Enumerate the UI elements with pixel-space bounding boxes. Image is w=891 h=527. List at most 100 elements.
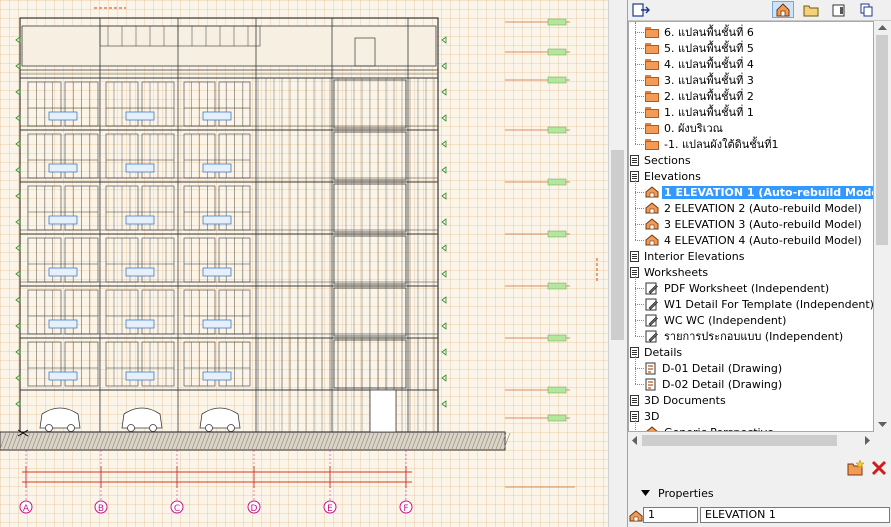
tree-item[interactable]: PDF Worksheet (Independent) <box>645 280 831 296</box>
tree-item[interactable]: 3. แปลนพื้นชั้นที่ 3 <box>645 72 756 88</box>
layout-book-button[interactable] <box>828 1 850 18</box>
tree-connector <box>635 48 644 49</box>
level-tag <box>547 18 567 26</box>
tree-item-label: D-02 Detail (Drawing) <box>662 377 783 391</box>
tree-item[interactable]: W1 Detail For Template (Independent) <box>645 296 874 312</box>
level-tag <box>547 386 567 394</box>
drawing-canvas[interactable]: A B C D E F <box>0 0 608 527</box>
navigator-menu-icon <box>632 2 650 17</box>
elevation-view-icon <box>645 218 659 230</box>
tree-item-label: Details <box>644 345 683 359</box>
elevation-view-icon <box>629 510 643 522</box>
folder-icon <box>645 106 659 118</box>
tree-connector <box>635 420 636 431</box>
tree-item[interactable]: 2 ELEVATION 2 (Auto-rebuild Model) <box>645 200 864 216</box>
publisher-icon <box>860 3 873 16</box>
level-tag <box>547 48 567 56</box>
worksheet-icon <box>645 282 658 294</box>
level-marker <box>441 88 447 96</box>
new-folder-icon <box>847 460 865 476</box>
project-map-icon <box>776 2 790 16</box>
tree-item[interactable]: 3D Documents <box>630 392 728 408</box>
tree-scrollbar-thumb[interactable] <box>876 35 888 245</box>
view-folder-icon <box>630 250 639 262</box>
tree-item[interactable]: 1 ELEVATION 1 (Auto-rebuild Model) <box>645 184 873 200</box>
level-marker <box>441 244 447 252</box>
level-tag <box>547 334 567 342</box>
delete-button[interactable] <box>869 458 889 478</box>
tree-item[interactable]: 0. ผังบริเวณ <box>645 120 725 136</box>
collapse-arrow-icon <box>641 490 650 496</box>
folder-icon <box>645 138 659 150</box>
car-wheel <box>205 424 213 432</box>
level-marker <box>441 62 447 70</box>
canvas-scrollbar[interactable] <box>608 0 627 527</box>
tree-item[interactable]: 4 ELEVATION 4 (Auto-rebuild Model) <box>645 232 864 248</box>
tree-item[interactable]: Generic Perspective <box>645 424 776 431</box>
tree-item[interactable]: 3 ELEVATION 3 (Auto-rebuild Model) <box>645 216 864 232</box>
tree-item[interactable]: 2. แปลนพื้นชั้นที่ 2 <box>645 88 756 104</box>
tree-horizontal-scrollbar[interactable] <box>628 432 874 449</box>
tree-item[interactable]: 4. แปลนพื้นชั้นที่ 4 <box>645 56 756 72</box>
tree-item[interactable]: 6. แปลนพื้นชั้นที่ 6 <box>645 24 756 40</box>
grid-label: E <box>327 504 333 514</box>
canvas-scrollbar-thumb[interactable] <box>611 150 624 340</box>
view-name-field[interactable]: ELEVATION 1 <box>700 507 890 523</box>
tree-hscrollbar-thumb[interactable] <box>642 435 837 446</box>
worksheet-icon <box>645 298 658 310</box>
level-tag <box>547 76 567 84</box>
view-map-button[interactable] <box>800 1 822 18</box>
tree-item[interactable]: -1. แปลนผังใต้ดินชั้นที่1 <box>645 136 781 152</box>
air-unit <box>48 371 78 381</box>
car-wheel <box>227 424 235 432</box>
tree-item-label: 2 ELEVATION 2 (Auto-rebuild Model) <box>664 201 862 215</box>
grid-label: B <box>98 504 104 514</box>
grid-label: D <box>251 504 258 514</box>
folder-icon <box>645 90 659 102</box>
tree-connector <box>635 180 636 240</box>
tree-connector <box>635 64 644 65</box>
air-unit <box>48 319 78 329</box>
tree-item[interactable]: 5. แปลนพื้นชั้นที่ 5 <box>645 40 756 56</box>
project-map-button[interactable] <box>772 1 794 18</box>
reference-id-field[interactable]: 1 <box>643 507 698 523</box>
tree-item[interactable]: Elevations <box>630 168 703 184</box>
tree-connector <box>635 80 644 81</box>
new-view-button[interactable] <box>846 458 866 478</box>
level-marker <box>441 218 447 226</box>
folder-icon <box>645 122 659 134</box>
project-map-tree[interactable]: 6. แปลนพื้นชั้นที่ 6 5. แปลนพื้นชั้นที่ 5… <box>628 21 874 432</box>
tree-item[interactable]: WC WC (Independent) <box>645 312 788 328</box>
tree-item[interactable]: Interior Elevations <box>630 248 746 264</box>
grid-label: A <box>23 504 30 514</box>
air-unit <box>125 163 155 173</box>
level-tag <box>547 414 567 422</box>
tree-item[interactable]: Sections <box>630 152 693 168</box>
tree-item[interactable]: D-01 Detail (Drawing) <box>645 360 784 376</box>
delete-icon <box>871 460 887 476</box>
worksheet-icon <box>645 314 658 326</box>
tree-item[interactable]: Details <box>630 344 684 360</box>
detail-icon <box>645 378 656 390</box>
tree-item[interactable]: รายการประกอบแบบ (Independent) <box>645 328 845 344</box>
navigator-toolbar <box>628 0 891 21</box>
level-tag <box>547 178 567 186</box>
tree-item[interactable]: Worksheets <box>630 264 710 280</box>
level-marker <box>441 348 447 356</box>
worksheet-icon <box>645 330 658 342</box>
tree-item[interactable]: 1. แปลนพื้นชั้นที่ 1 <box>645 104 756 120</box>
folder-icon <box>645 42 659 54</box>
properties-header[interactable]: Properties <box>628 484 891 502</box>
tree-vertical-scrollbar[interactable] <box>874 21 891 432</box>
level-marker <box>441 192 447 200</box>
grid-label: C <box>174 504 180 514</box>
elevation-view-icon <box>645 186 659 198</box>
navigator-menu-button[interactable] <box>630 1 652 18</box>
tree-item[interactable]: D-02 Detail (Drawing) <box>645 376 784 392</box>
publisher-button[interactable] <box>856 1 878 18</box>
tree-item-label: รายการประกอบแบบ (Independent) <box>664 330 844 343</box>
elevation-drawing: A B C D E F <box>0 7 598 514</box>
car-outline <box>121 407 163 429</box>
tree-item-label: W1 Detail For Template (Independent) <box>664 297 874 311</box>
properties-row: 1 ELEVATION 1 <box>628 506 891 526</box>
